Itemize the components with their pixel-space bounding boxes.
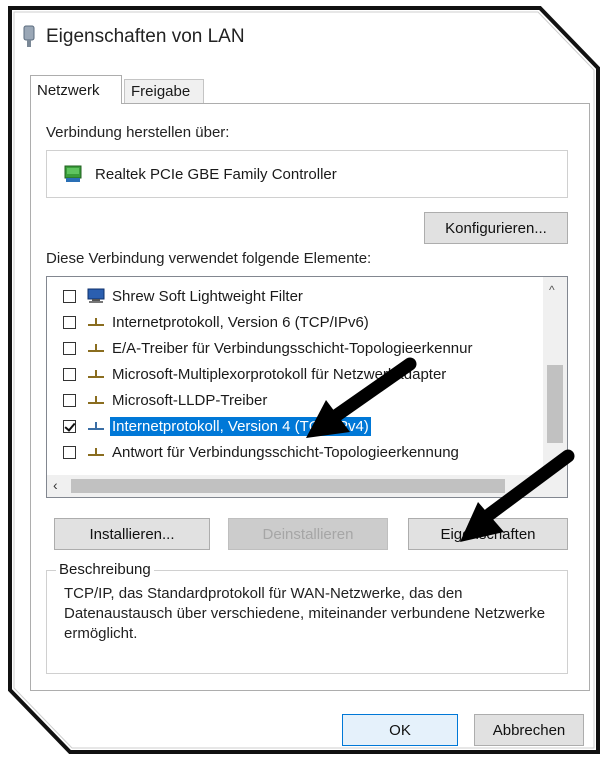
- list-item[interactable]: Microsoft-Multiplexorprotokoll für Netzw…: [47, 361, 541, 387]
- computer-icon: [87, 288, 105, 303]
- list-item[interactable]: Microsoft-LLDP-Treiber: [47, 387, 541, 413]
- install-button[interactable]: Installieren...: [54, 518, 210, 550]
- ok-button[interactable]: OK: [342, 714, 458, 746]
- item-checkbox[interactable]: [63, 367, 76, 381]
- item-label: Shrew Soft Lightweight Filter: [112, 287, 303, 305]
- annotation-arrow-properties: [460, 449, 575, 542]
- network-card-icon: [64, 165, 82, 182]
- protocol-icon: [88, 422, 104, 430]
- item-checkbox[interactable]: [63, 315, 76, 329]
- chevron-up-icon[interactable]: ^: [549, 283, 555, 297]
- protocol-icon: [88, 318, 104, 326]
- list-item[interactable]: Shrew Soft Lightweight Filter: [47, 283, 541, 309]
- item-checkbox[interactable]: [63, 393, 76, 407]
- configure-button[interactable]: Konfigurieren...: [424, 212, 568, 244]
- list-item-selected[interactable]: Internetprotokoll, Version 4 (TCP/IPv4): [47, 413, 541, 439]
- elements-label: Diese Verbindung verwendet folgende Elem…: [46, 250, 372, 267]
- item-checkbox[interactable]: [63, 289, 76, 303]
- list-item[interactable]: Internetprotokoll, Version 6 (TCP/IPv6): [47, 309, 541, 335]
- protocol-icon: [88, 448, 104, 456]
- item-label: Internetprotokoll, Version 6 (TCP/IPv6): [112, 313, 369, 331]
- tab-freigabe[interactable]: Freigabe: [124, 79, 204, 103]
- window-title: Eigenschaften von LAN: [46, 26, 245, 47]
- network-adapter-icon: [23, 25, 35, 47]
- protocol-icon: [88, 396, 104, 404]
- connection-label: Verbindung herstellen über:: [46, 124, 230, 141]
- item-checkbox[interactable]: [63, 341, 76, 355]
- protocol-icon: [88, 344, 104, 352]
- annotation-arrow-ipv4: [306, 357, 417, 438]
- adapter-field: Realtek PCIe GBE Family Controller: [46, 150, 568, 198]
- item-checkbox[interactable]: [63, 445, 76, 459]
- uninstall-button[interactable]: Deinstallieren: [228, 518, 388, 550]
- item-checkbox-checked[interactable]: [63, 419, 76, 433]
- description-legend: Beschreibung: [56, 561, 154, 578]
- vertical-scroll-thumb[interactable]: [547, 365, 563, 443]
- item-label: Microsoft-LLDP-Treiber: [112, 391, 268, 409]
- list-item[interactable]: E/A-Treiber für Verbindungsschicht-Topol…: [47, 335, 541, 361]
- adapter-name: Realtek PCIe GBE Family Controller: [95, 165, 337, 183]
- protocol-icon: [88, 370, 104, 378]
- cancel-button[interactable]: Abbrechen: [474, 714, 584, 746]
- description-text: TCP/IP, das Standardprotokoll für WAN-Ne…: [64, 585, 546, 642]
- chevron-left-icon[interactable]: ‹: [53, 477, 58, 493]
- title-bar: Eigenschaften von LAN: [22, 22, 245, 52]
- tab-netzwerk[interactable]: Netzwerk: [30, 75, 122, 104]
